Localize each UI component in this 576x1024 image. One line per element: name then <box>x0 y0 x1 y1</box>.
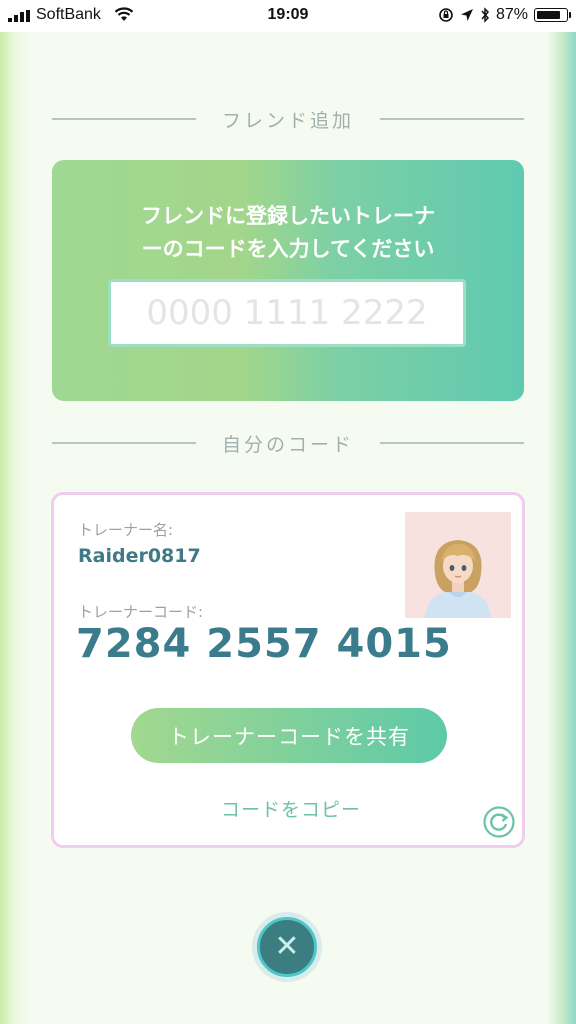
trainer-code: 7284 2557 4015 <box>76 621 452 667</box>
battery-percent: 87% <box>495 6 528 23</box>
trainer-code-label: トレーナーコード: <box>78 603 204 621</box>
add-friend-panel: フレンドに登録したいトレーナ ーのコードを入力してください <box>52 160 524 401</box>
trainer-avatar <box>405 512 511 618</box>
divider <box>52 118 196 120</box>
add-friend-header: フレンド追加 <box>52 104 525 134</box>
bluetooth-icon <box>481 7 489 23</box>
close-icon: ✕ <box>257 917 317 977</box>
divider <box>380 442 525 444</box>
copy-code-link[interactable]: コードをコピー <box>54 795 528 822</box>
trainer-name: Raider0817 <box>78 545 201 567</box>
battery-icon <box>534 8 571 22</box>
share-trainer-code-button[interactable]: トレーナーコードを共有 <box>131 708 447 763</box>
my-code-card: トレーナー名: Raider0817 トレーナーコード: 7284 2557 4… <box>51 492 525 848</box>
divider <box>52 442 196 444</box>
refresh-icon[interactable] <box>482 805 516 839</box>
status-bar: SoftBank 19:09 87% <box>0 0 576 32</box>
trainer-name-label: トレーナー名: <box>78 521 174 539</box>
my-code-title: 自分のコード <box>222 433 355 456</box>
location-icon <box>460 9 473 21</box>
add-friend-instruction: フレンドに登録したいトレーナ ーのコードを入力してください <box>52 200 524 266</box>
instruction-line-2: ーのコードを入力してください <box>141 237 435 261</box>
rotation-lock-icon <box>439 8 453 22</box>
close-button[interactable]: ✕ <box>252 912 322 982</box>
my-code-header: 自分のコード <box>52 428 525 458</box>
add-friend-title: フレンド追加 <box>222 109 355 132</box>
instruction-line-1: フレンドに登録したいトレーナ <box>141 204 435 228</box>
divider <box>380 118 525 120</box>
trainer-code-input[interactable] <box>108 279 466 347</box>
avatar-image <box>405 512 511 618</box>
